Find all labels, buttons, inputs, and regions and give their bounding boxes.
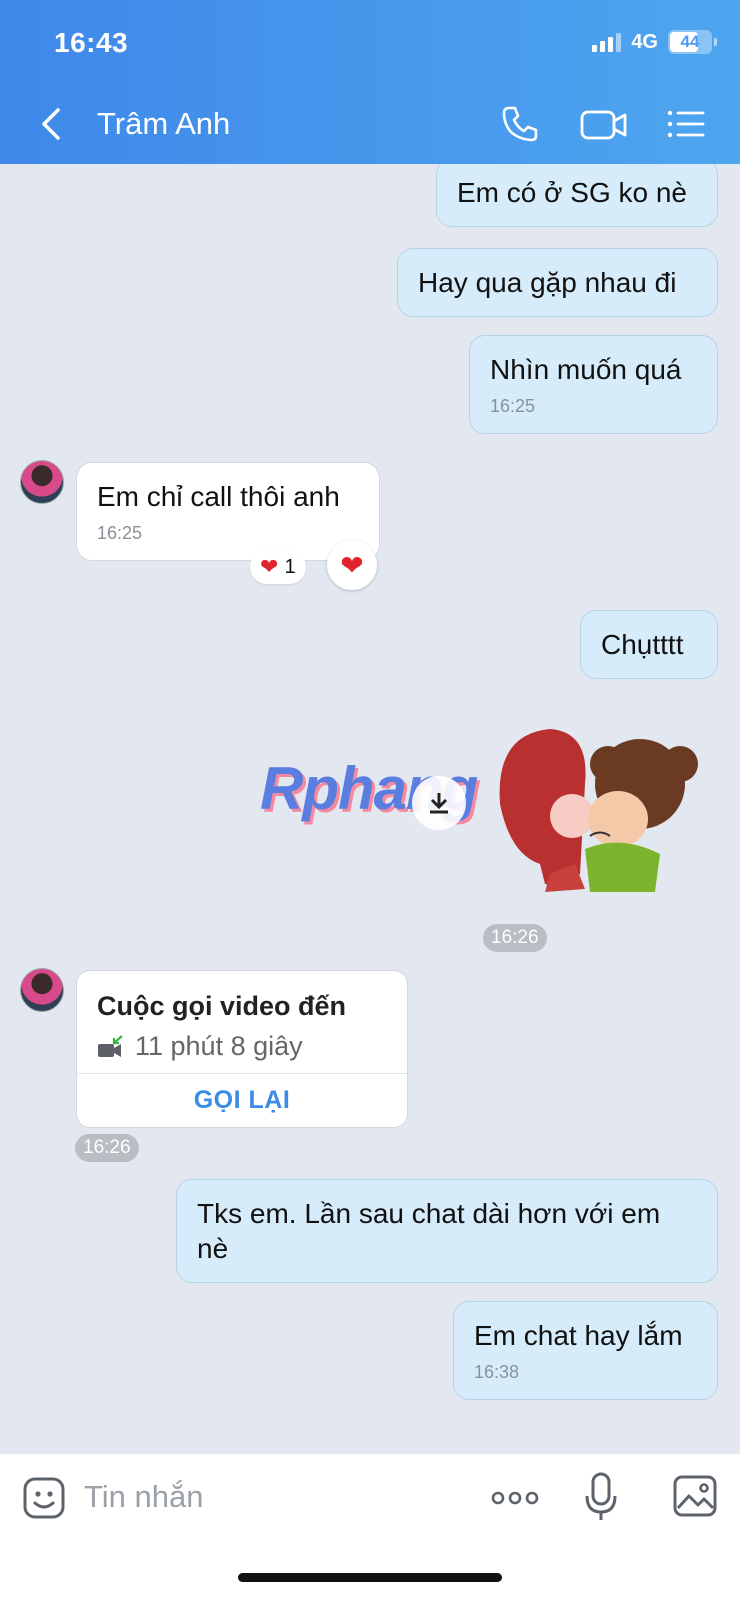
video-call-card: Cuộc gọi video đến 11 phút 8 giây GỌI LẠ… <box>76 970 408 1128</box>
message-text: Nhìn muốn quá <box>490 354 682 385</box>
chat-header: 16:43 4G 44 Trâm Anh <box>0 0 740 164</box>
incoming-video-call-icon <box>98 1034 123 1057</box>
battery-level: 44 <box>680 32 700 51</box>
message-input[interactable] <box>84 1472 464 1522</box>
download-button[interactable] <box>412 776 466 830</box>
message-text: Hay qua gặp nhau đi <box>418 267 677 298</box>
call-duration: 11 phút 8 giây <box>135 1031 303 1061</box>
callback-button[interactable]: GỌI LẠI <box>77 1073 407 1127</box>
message-bubble-out[interactable]: Nhìn muốn quá 16:25 <box>469 335 718 434</box>
menu-list-icon[interactable] <box>666 104 706 144</box>
contact-avatar[interactable] <box>20 460 64 504</box>
image-gallery-icon[interactable] <box>672 1474 718 1518</box>
reaction-count: 1 <box>284 555 296 578</box>
chat-title[interactable]: Trâm Anh <box>97 106 230 142</box>
message-text: Em có ở SG ko nè <box>457 177 688 208</box>
back-icon[interactable] <box>36 104 66 144</box>
time-separator: 16:26 <box>483 924 547 952</box>
heart-icon: ❤ <box>340 549 364 581</box>
status-indicators: 4G 44 <box>592 30 717 54</box>
message-text: Tks em. Lần sau chat dài hơn với em nè <box>197 1198 661 1264</box>
message-bubble-out[interactable]: Tks em. Lần sau chat dài hơn với em nè <box>176 1179 718 1283</box>
message-bubble-out[interactable]: Em có ở SG ko nè <box>436 164 718 227</box>
download-icon <box>430 793 448 814</box>
message-list[interactable]: Em có ở SG ko nè Hay qua gặp nhau đi Nhì… <box>0 164 740 1454</box>
composer-bar <box>0 1454 740 1600</box>
message-time: 16:25 <box>97 523 143 543</box>
network-label: 4G <box>631 30 658 53</box>
message-bubble-out[interactable]: Hay qua gặp nhau đi <box>397 248 718 317</box>
battery-icon: 44 <box>668 30 717 54</box>
status-time: 16:43 <box>54 27 129 58</box>
message-text: Em chat hay lắm <box>474 1320 683 1351</box>
message-time: 16:25 <box>490 396 536 416</box>
emoji-sticker-icon[interactable] <box>22 1476 66 1520</box>
message-text: Chụtttt <box>601 629 684 660</box>
message-bubble-out[interactable]: Em chat hay lắm 16:38 <box>453 1301 718 1400</box>
more-options-icon[interactable] <box>490 1484 540 1512</box>
kiss-sticker[interactable] <box>490 724 715 894</box>
call-title: Cuộc gọi video đến <box>97 991 347 1021</box>
home-indicator <box>238 1573 502 1582</box>
contact-avatar[interactable] <box>20 968 64 1012</box>
heart-icon: ❤ <box>260 554 279 579</box>
message-text: Em chỉ call thôi anh <box>97 481 340 512</box>
reaction-summary[interactable]: ❤ 1 <box>250 550 306 584</box>
message-bubble-out[interactable]: Chụtttt <box>580 610 718 679</box>
phone-icon[interactable] <box>500 104 540 144</box>
microphone-icon[interactable] <box>584 1472 618 1522</box>
signal-icon <box>592 32 622 52</box>
video-call-icon[interactable] <box>580 104 628 144</box>
message-time: 16:38 <box>474 1362 520 1382</box>
react-button[interactable]: ❤ <box>327 540 377 590</box>
message-time-pill: 16:26 <box>75 1134 139 1162</box>
call-duration-row: 11 phút 8 giây <box>97 1031 303 1062</box>
